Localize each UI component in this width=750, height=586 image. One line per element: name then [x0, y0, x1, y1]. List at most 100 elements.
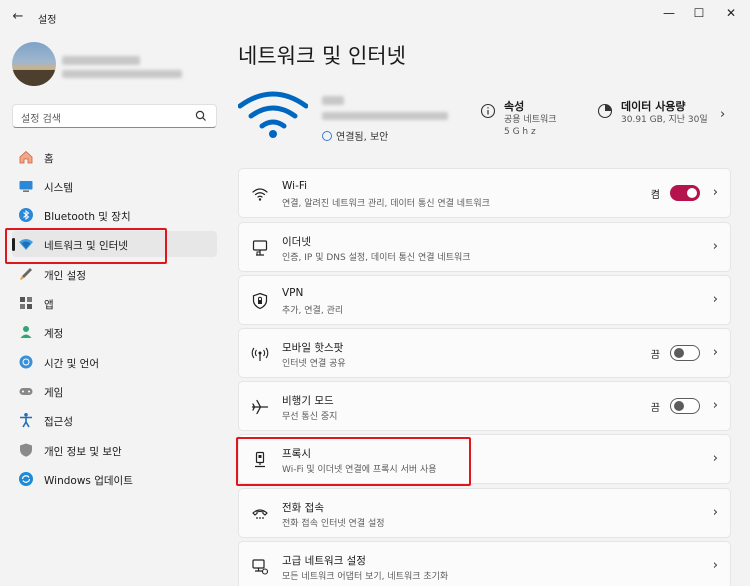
properties-title: 속성	[504, 100, 525, 113]
sidebar-item-label: 앱	[44, 299, 54, 311]
network-name-redacted	[322, 96, 344, 105]
card-title: 프록시	[282, 448, 311, 460]
toggle-state-label: 끔	[650, 403, 660, 414]
chevron-right-icon: ›	[712, 505, 718, 520]
back-arrow-icon[interactable]: ←	[10, 9, 26, 25]
ethernet-icon	[252, 240, 268, 256]
card-title: Wi-Fi	[282, 180, 308, 192]
sidebar-item-label: 시스템	[44, 182, 73, 194]
network-detail-redacted	[322, 112, 448, 120]
chevron-right-icon: ›	[712, 451, 718, 466]
chevron-right-icon[interactable]: ›	[720, 107, 725, 122]
dialup-icon	[252, 509, 268, 519]
properties-band: 5 G h z	[504, 127, 536, 137]
card-subtitle: 추가, 연결, 관리	[282, 306, 344, 316]
info-icon	[480, 103, 496, 119]
card-subtitle: 전화 접속 인터넷 연결 설정	[282, 519, 385, 529]
properties-sub: 공용 네트워크 5 G h z	[504, 114, 557, 138]
account-icon	[20, 326, 32, 338]
sidebar-item-label: 시간 및 언어	[44, 358, 99, 370]
search-placeholder: 설정 검색	[21, 114, 61, 125]
globe-icon	[322, 131, 332, 141]
card-vpn[interactable]: VPN 추가, 연결, 관리 ›	[238, 275, 731, 325]
card-advanced-network[interactable]: 고급 네트워크 설정 모든 네트워크 어댑터 보기, 네트워크 초기화 ›	[238, 541, 731, 586]
sidebar-item-label: 계정	[44, 328, 64, 340]
toggle-knob	[674, 348, 684, 358]
maximize-button[interactable]: ☐	[684, 4, 714, 22]
profile-name-redacted	[62, 56, 140, 65]
card-wifi[interactable]: Wi-Fi 연결, 알려진 네트워크 관리, 데이터 통신 연결 네트워크 켬 …	[238, 168, 731, 218]
sidebar-item-label: 게임	[44, 387, 64, 399]
toggle-knob	[687, 188, 697, 198]
card-mobile-hotspot[interactable]: 모바일 핫스팟 인터넷 연결 공유 끔 ›	[238, 328, 731, 378]
sidebar-item-gaming[interactable]: 게임	[12, 378, 217, 404]
chevron-right-icon: ›	[712, 239, 718, 254]
apps-icon	[20, 297, 32, 309]
toggle-state-label: 끔	[650, 350, 660, 361]
close-button[interactable]: ✕	[716, 4, 746, 22]
sidebar-item-personalization[interactable]: 개인 설정	[12, 261, 217, 287]
card-proxy[interactable]: 프록시 Wi-Fi 및 이더넷 연결에 프록시 서버 사용 ›	[238, 434, 731, 484]
sidebar-item-network[interactable]: 네트워크 및 인터넷	[12, 231, 217, 257]
search-icon	[195, 110, 206, 121]
profile-email-redacted	[62, 70, 182, 78]
sidebar-item-time-language[interactable]: 시간 및 언어	[12, 349, 217, 375]
hotspot-icon	[251, 347, 269, 361]
wifi-toggle[interactable]	[670, 185, 700, 201]
app-title: 설정	[38, 15, 57, 26]
avatar[interactable]	[12, 42, 56, 86]
toggle-knob	[674, 401, 684, 411]
sidebar-item-label: 접근성	[44, 416, 73, 428]
card-subtitle: Wi-Fi 및 이더넷 연결에 프록시 서버 사용	[282, 465, 437, 475]
card-subtitle: 연결, 알려진 네트워크 관리, 데이터 통신 연결 네트워크	[282, 199, 490, 209]
card-subtitle: 무선 통신 중지	[282, 412, 338, 422]
sidebar-item-accounts[interactable]: 계정	[12, 319, 217, 345]
chevron-right-icon: ›	[712, 398, 718, 413]
card-title: 비행기 모드	[282, 395, 334, 407]
chevron-right-icon: ›	[712, 558, 718, 573]
connection-status-text: 연결됨, 보안	[336, 132, 389, 143]
connection-status: 연결됨, 보안	[322, 128, 388, 143]
sidebar-item-windows-update[interactable]: Windows 업데이트	[12, 466, 217, 492]
update-icon	[19, 472, 33, 486]
sidebar-item-system[interactable]: 시스템	[12, 173, 217, 199]
system-icon	[19, 181, 33, 192]
search-input[interactable]: 설정 검색	[12, 104, 217, 128]
sidebar-item-label: 개인 설정	[44, 270, 86, 282]
title-bar: ← 설정 — ☐ ✕	[0, 0, 750, 34]
card-ethernet[interactable]: 이더넷 인증, IP 및 DNS 설정, 데이터 통신 연결 네트워크 ›	[238, 222, 731, 272]
sidebar-item-apps[interactable]: 앱	[12, 290, 217, 316]
hotspot-toggle[interactable]	[670, 345, 700, 361]
card-title: 전화 접속	[282, 502, 324, 514]
sidebar-item-label: 네트워크 및 인터넷	[44, 240, 128, 252]
wifi-status-icon	[238, 91, 308, 138]
airplane-mode-toggle[interactable]	[670, 398, 700, 414]
sidebar-item-label: Windows 업데이트	[44, 475, 133, 487]
card-title: 고급 네트워크 설정	[282, 555, 366, 567]
data-usage-sub: 30.91 GB, 지난 30일	[621, 115, 708, 125]
sidebar-item-privacy[interactable]: 개인 정보 및 보안	[12, 437, 217, 463]
data-usage-icon	[597, 103, 613, 119]
airplane-icon	[251, 399, 269, 415]
card-subtitle: 모든 네트워크 어댑터 보기, 네트워크 초기화	[282, 572, 449, 582]
minimize-button[interactable]: —	[654, 4, 684, 22]
bluetooth-icon	[19, 208, 33, 222]
chevron-right-icon: ›	[712, 185, 718, 200]
sidebar-item-label: 개인 정보 및 보안	[44, 446, 122, 458]
page-title: 네트워크 및 인터넷	[238, 44, 406, 68]
sidebar-item-label: 홈	[44, 153, 54, 165]
sidebar-item-home[interactable]: 홈	[12, 144, 217, 170]
sidebar-item-label: Bluetooth 및 장치	[44, 211, 131, 223]
active-indicator	[12, 238, 15, 251]
chevron-right-icon: ›	[712, 292, 718, 307]
privacy-icon	[20, 443, 32, 457]
sidebar-item-accessibility[interactable]: 접근성	[12, 407, 217, 433]
data-usage-title: 데이터 사용량	[621, 100, 686, 113]
sidebar-item-bluetooth[interactable]: Bluetooth 및 장치	[12, 202, 217, 228]
vpn-shield-icon	[252, 292, 268, 310]
card-airplane-mode[interactable]: 비행기 모드 무선 통신 중지 끔 ›	[238, 381, 731, 431]
card-title: VPN	[282, 287, 304, 299]
card-dial-up[interactable]: 전화 접속 전화 접속 인터넷 연결 설정 ›	[238, 488, 731, 538]
chevron-right-icon: ›	[712, 345, 718, 360]
accessibility-icon	[20, 413, 32, 428]
